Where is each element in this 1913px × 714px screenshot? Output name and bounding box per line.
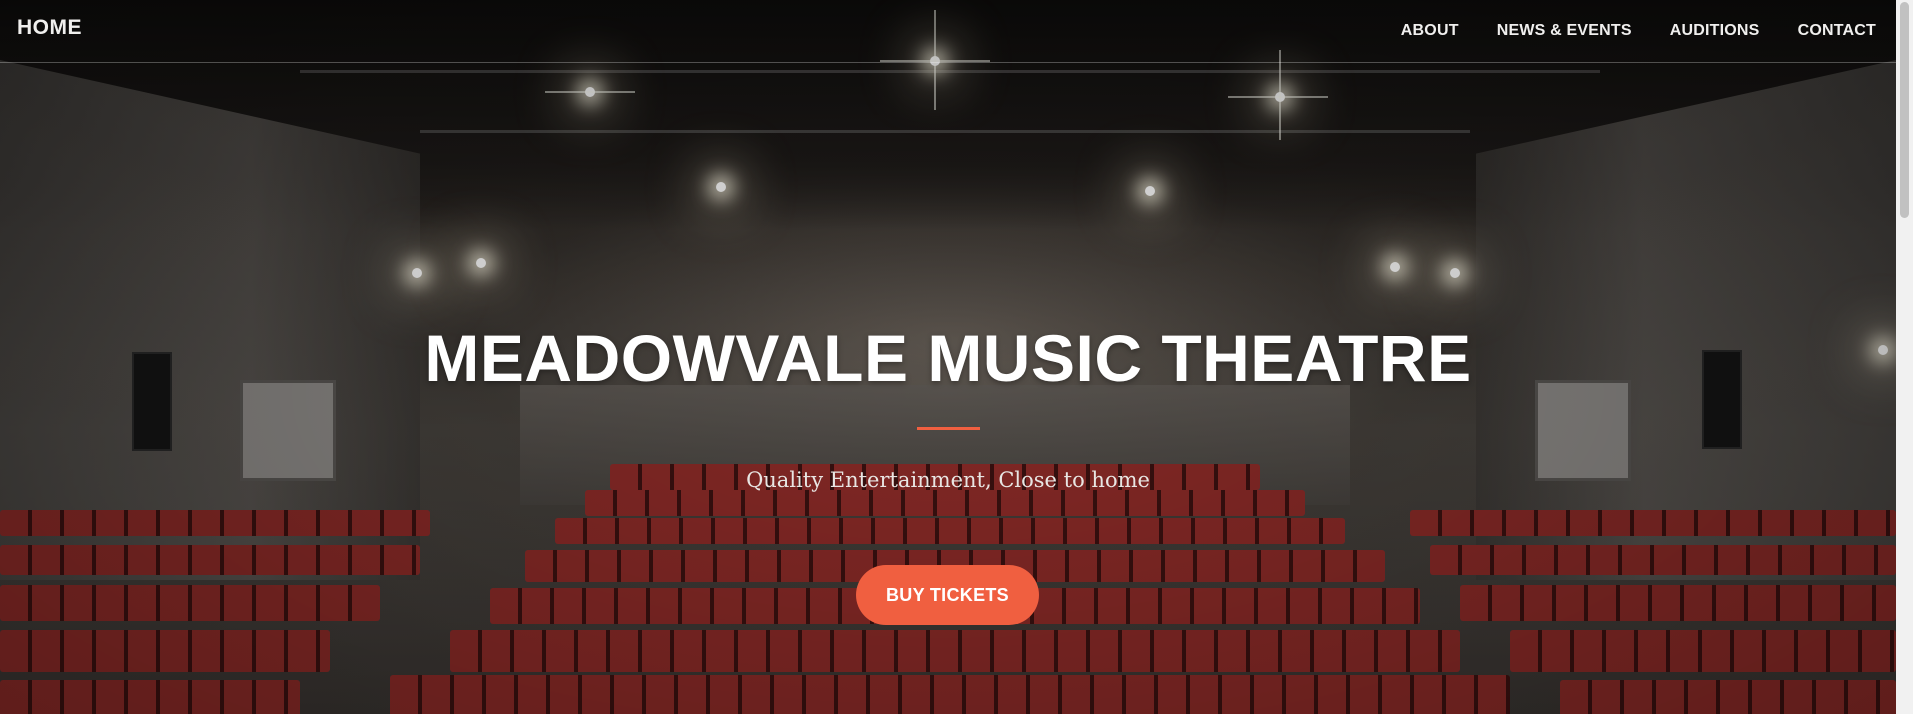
scrollbar-thumb[interactable] — [1900, 2, 1909, 218]
vertical-scrollbar[interactable] — [1896, 0, 1913, 714]
hero-title: MEADOWVALE MUSIC THEATRE — [424, 321, 1472, 395]
hero-tagline: Quality Entertainment, Close to home — [746, 468, 1150, 492]
hero-section: MEADOWVALE MUSIC THEATRE Quality Enterta… — [0, 0, 1896, 714]
buy-tickets-button[interactable]: BUY TICKETS — [856, 565, 1039, 625]
title-divider — [917, 427, 980, 430]
